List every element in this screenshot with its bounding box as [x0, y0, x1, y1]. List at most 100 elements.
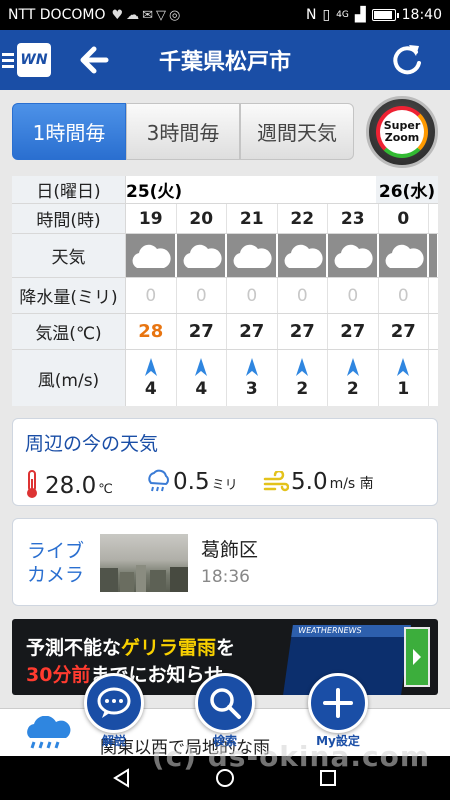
hour-cell: 22: [278, 204, 328, 233]
superzoom-icon: Super Zoom: [376, 106, 428, 158]
status-bar: NTT DOCOMO ♥☁✉▽◎ N ▯ 4G ▟ 18:40: [0, 0, 450, 30]
day1-date: 25(火): [126, 182, 183, 202]
search-button[interactable]: [195, 673, 255, 733]
precip-cell: 0: [126, 278, 177, 313]
current-temp: 28.0 ℃: [25, 469, 113, 499]
precip-cell: 0: [328, 278, 379, 313]
precip-cell-overflow: [429, 278, 438, 313]
current-weather-card[interactable]: 周辺の今の天気 28.0 ℃ 0.5 ミリ 5.0 m/s 南: [12, 418, 438, 506]
commentary-button[interactable]: [84, 673, 144, 733]
wind-arrow-icon: [346, 358, 359, 376]
watermark: (c) ds-okina.com: [151, 740, 430, 773]
hour-cell: 0: [379, 204, 429, 233]
hour-label: 時間(時): [12, 204, 126, 233]
live-camera-thumbnail[interactable]: [100, 534, 188, 592]
weather-row: 天気: [12, 234, 438, 278]
date-row: 日(曜日) 25(火) 26(水): [12, 176, 438, 204]
current-rain: 0.5 ミリ: [145, 469, 238, 495]
signal-icon: ▟: [354, 7, 366, 23]
speech-bubble-icon: [97, 687, 131, 718]
ad-arrow-icon[interactable]: [404, 627, 430, 687]
precip-row: 降水量(ミリ) 000000: [12, 278, 438, 314]
commentary-label: 解説: [101, 734, 126, 748]
wind-arrow-icon: [144, 358, 157, 376]
camera-place: 葛飾区: [201, 539, 259, 561]
wind-arrow-icon: [245, 358, 258, 376]
wind-cell: 2: [278, 350, 328, 406]
precip-cell: 0: [379, 278, 429, 313]
tab-weekly[interactable]: 週間天気: [240, 103, 354, 160]
day2-date: 26(水): [376, 176, 438, 203]
temp-cell: 27: [278, 314, 328, 349]
wind-row: 風(m/s) 443221: [12, 350, 438, 406]
hour-cell: 20: [177, 204, 227, 233]
temp-row: 気温(℃) 28 27 27 27 27 27: [12, 314, 438, 350]
battery-icon: [371, 9, 399, 21]
wind-cell: 3: [227, 350, 278, 406]
cloudy-icon: [277, 234, 328, 277]
temp-cell: 27: [328, 314, 379, 349]
tab-hourly[interactable]: 1時間毎: [12, 103, 126, 160]
forecast-tabs: 1時間毎 3時間毎 週間天気: [12, 103, 354, 160]
cloudy-icon: [328, 234, 379, 277]
date-label: 日(曜日): [12, 176, 126, 203]
live-camera-card[interactable]: ライブ カメラ 葛飾区 18:36: [12, 518, 438, 606]
cloudy-icon: [378, 234, 429, 277]
app-header: WN 千葉県松戸市: [0, 30, 450, 90]
camera-time: 18:36: [201, 567, 250, 587]
wind-arrow-icon: [195, 358, 208, 376]
vibrate-icon: ▯: [322, 7, 331, 23]
clock: 18:40: [401, 7, 442, 23]
refresh-icon[interactable]: [390, 42, 424, 78]
wind-cell: 4: [126, 350, 177, 406]
cloudy-icon: [176, 234, 227, 277]
superzoom-button[interactable]: Super Zoom: [366, 96, 438, 168]
current-weather-heading: 周辺の今の天気: [25, 433, 159, 455]
wind-cell-overflow: [429, 350, 438, 406]
precip-cell: 0: [177, 278, 227, 313]
wind-label: 風(m/s): [12, 350, 126, 406]
precip-cell: 0: [278, 278, 328, 313]
plus-icon: [323, 688, 353, 718]
wind-cell: 4: [177, 350, 227, 406]
cloudy-icon: [126, 234, 177, 277]
rain-radar-icon[interactable]: [20, 716, 76, 750]
cloudy-icon: [227, 234, 278, 277]
wind-arrow-icon: [296, 358, 309, 376]
carrier-name: NTT DOCOMO: [8, 7, 106, 23]
hour-cell: 23: [328, 204, 379, 233]
wind-arrow-icon: [397, 358, 410, 376]
wind-cell: 2: [328, 350, 379, 406]
thermometer-icon: [27, 470, 37, 498]
hour-cell-overflow: [429, 204, 438, 233]
hour-cell: 21: [227, 204, 278, 233]
weather-label: 天気: [12, 234, 126, 277]
ad-line1: 予測不能なゲリラ雷雨を: [26, 637, 236, 659]
precip-label: 降水量(ミリ): [12, 278, 126, 313]
wind-cell: 1: [379, 350, 429, 406]
tab-3hourly[interactable]: 3時間毎: [126, 103, 240, 160]
temp-cell: 28: [126, 314, 177, 349]
status-right: N ▯ 4G ▟ 18:40: [306, 7, 442, 23]
temp-cell: 27: [379, 314, 429, 349]
hour-row: 時間(時) 19 20 21 22 23 0: [12, 204, 438, 234]
network-type: 4G: [336, 10, 349, 20]
page-title: 千葉県松戸市: [158, 50, 291, 75]
temp-cell: 27: [177, 314, 227, 349]
temp-label: 気温(℃): [12, 314, 126, 349]
rain-cloud-icon: [148, 469, 169, 492]
hour-cell: 19: [126, 204, 177, 233]
wind-icon: [263, 471, 289, 492]
nfc-icon: N: [305, 7, 317, 23]
precip-cell: 0: [227, 278, 278, 313]
live-camera-label: ライブ カメラ: [27, 540, 85, 586]
cloudy-icon-overflow: [429, 234, 438, 277]
my-settings-button[interactable]: [308, 673, 368, 733]
hourly-forecast-table: 日(曜日) 25(火) 26(水) 時間(時) 19 20 21 22 23 0 天気 降…: [12, 176, 438, 406]
temp-cell: 27: [227, 314, 278, 349]
notification-icons: ♥☁✉▽◎: [111, 7, 184, 23]
back-triangle-icon[interactable]: [111, 767, 133, 789]
current-wind: 5.0 m/s 南: [263, 469, 374, 495]
search-icon: [210, 688, 241, 719]
temp-cell-overflow: [429, 314, 438, 349]
